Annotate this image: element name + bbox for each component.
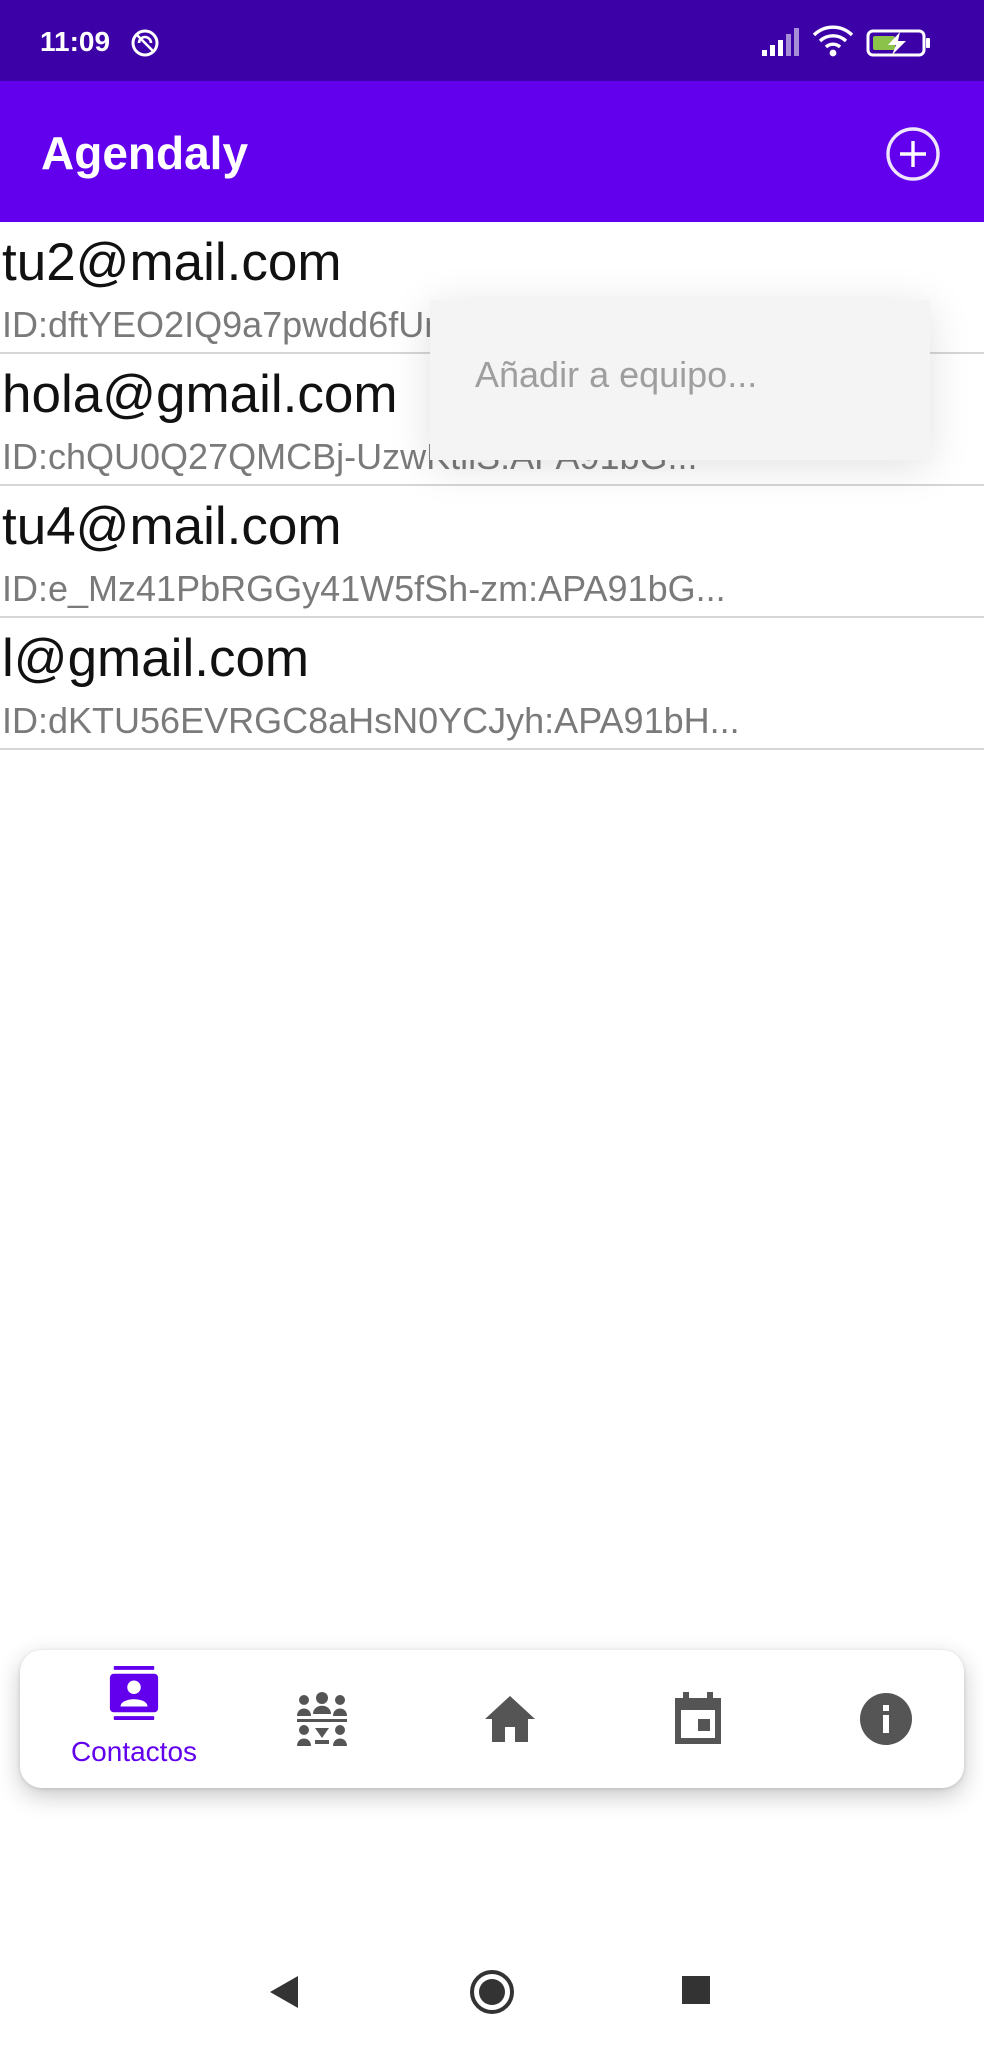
add-contact-button[interactable] (884, 125, 942, 183)
groups-icon (297, 1692, 347, 1746)
contact-email: l@gmail.com (2, 629, 310, 688)
add-circle-icon (886, 127, 940, 181)
nav-label: Contactos (70, 1736, 198, 1767)
nav-item-home[interactable] (416, 1650, 604, 1788)
bottom-navigation: Contactos (20, 1650, 964, 1788)
app-title: Agendaly (41, 127, 249, 179)
contact-item[interactable]: l@gmail.com ID:dKTU56EVRGC8aHsN0YCJyh:AP… (0, 618, 984, 750)
contact-email: tu4@mail.com (2, 497, 342, 556)
contact-email: hola@gmail.com (2, 365, 398, 424)
nav-item-info[interactable] (792, 1650, 980, 1788)
nav-item-groups[interactable] (228, 1650, 416, 1788)
contact-id: ID:dKTU56EVRGC8aHsN0YCJyh:APA91bH... (2, 700, 740, 741)
add-to-team-menu-item[interactable]: Añadir a equipo... (475, 354, 757, 396)
recents-square-icon (682, 1976, 710, 2004)
home-icon (485, 1696, 535, 1742)
system-back-button[interactable] (266, 1972, 302, 2012)
context-menu: Añadir a equipo... (430, 300, 930, 460)
home-circle-icon (470, 1970, 514, 2014)
back-triangle-icon (270, 1976, 298, 2008)
status-time: 11:09 (40, 26, 111, 57)
status-bar: 11:09 (0, 0, 984, 81)
contact-item[interactable]: tu4@mail.com ID:e_Mz41PbRGGy41W5fSh-zm:A… (0, 486, 984, 618)
wifi-icon (812, 24, 854, 58)
contact-email: tu2@mail.com (2, 233, 342, 292)
battery-charging-icon (866, 28, 932, 58)
nav-item-calendar[interactable] (604, 1650, 792, 1788)
contact-id: ID:e_Mz41PbRGGy41W5fSh-zm:APA91bG... (2, 568, 726, 609)
system-home-button[interactable] (468, 1968, 516, 2016)
system-recents-button[interactable] (680, 1974, 712, 2006)
info-icon (860, 1693, 912, 1745)
signal-icon (762, 28, 800, 58)
contacts-icon (109, 1666, 159, 1720)
calendar-icon (675, 1692, 721, 1744)
nav-item-contactos[interactable]: Contactos (40, 1650, 228, 1788)
do-not-disturb-icon (130, 28, 160, 58)
